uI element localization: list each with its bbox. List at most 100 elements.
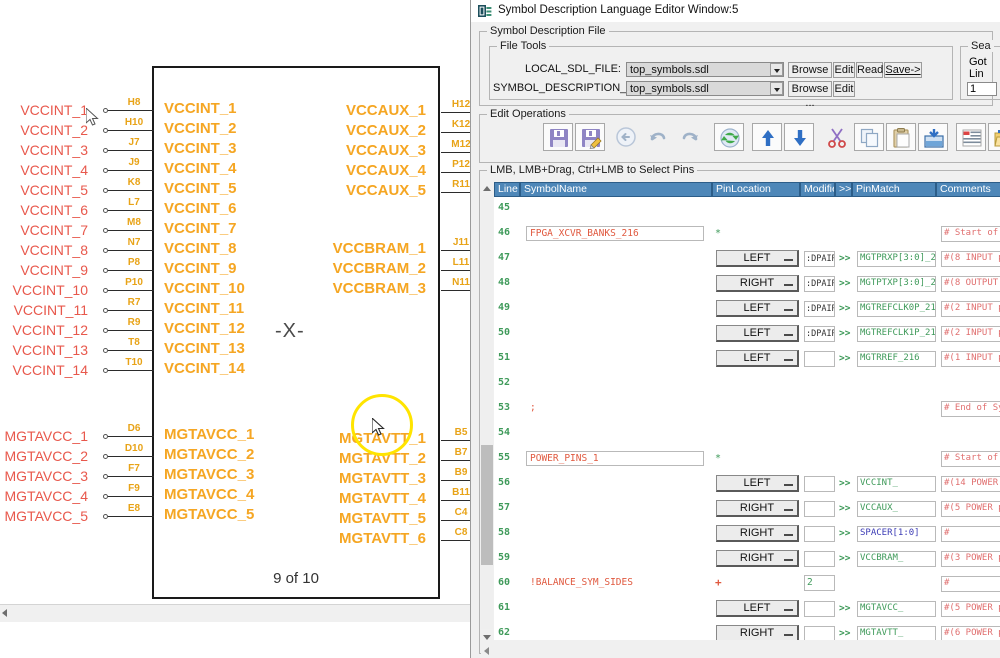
- pin-name-label[interactable]: MGTAVTT_5: [266, 510, 426, 527]
- pin-match-input[interactable]: MGTPRXP[3:0]_216: [857, 251, 936, 267]
- pin-name-label[interactable]: VCCINT_3: [164, 140, 237, 157]
- modifier-input[interactable]: :DPAIR: [804, 276, 835, 292]
- modifier-input[interactable]: [804, 551, 835, 567]
- pin-name-label[interactable]: VCCAUX_4: [266, 162, 426, 179]
- window-titlebar[interactable]: Symbol Description Language Editor Windo…: [471, 0, 1000, 22]
- pin-name-label[interactable]: VCCAUX_3: [266, 142, 426, 159]
- table-row[interactable]: 57RIGHT>>VCCAUX_#(5 POWER pins): [494, 499, 1000, 524]
- pin-location-dropdown[interactable]: LEFT: [716, 300, 799, 317]
- table-row[interactable]: 60!BALANCE_SYM_SIDES+2#: [494, 574, 1000, 599]
- comment-field[interactable]: #(6 POWER pins): [941, 626, 1000, 640]
- pin-match-input[interactable]: SPACER[1:0]: [857, 526, 936, 542]
- sdl-grid[interactable]: LineSymbolNamePinLocationModifier>>PinMa…: [494, 182, 1000, 640]
- grid-vertical-scrollbar-thumb[interactable]: [481, 445, 493, 565]
- modifier-input[interactable]: [804, 601, 835, 617]
- cut-icon[interactable]: [822, 123, 852, 151]
- pin-match-input[interactable]: VCCINT_: [857, 476, 936, 492]
- grid-column-header-pinmatch[interactable]: PinMatch: [852, 182, 936, 197]
- grid-horizontal-scrollbar[interactable]: [481, 644, 1000, 657]
- pin-name-label[interactable]: VCCAUX_1: [266, 102, 426, 119]
- pin-location-dropdown[interactable]: RIGHT: [716, 275, 799, 292]
- grid-column-header-[interactable]: >>: [835, 182, 852, 197]
- comment-field[interactable]: #: [941, 576, 1000, 592]
- undo-icon[interactable]: [643, 123, 673, 151]
- pin-name-label[interactable]: MGTAVCC_2: [164, 446, 254, 463]
- pin-name-label[interactable]: VCCINT_14: [164, 360, 245, 377]
- move-up-icon[interactable]: [752, 123, 782, 151]
- table-row[interactable]: 45: [494, 199, 1000, 224]
- table-row[interactable]: 49LEFT:DPAIR>>MGTREFCLK0P_216#(2 INPUT p…: [494, 299, 1000, 324]
- pin-name-label[interactable]: VCCAUX_5: [266, 182, 426, 199]
- pin-name-label[interactable]: VCCBRAM_1: [266, 240, 426, 257]
- schematic-canvas[interactable]: VCCINT_1H8VCCINT_1VCCINT_2H10VCCINT_2VCC…: [0, 0, 470, 658]
- modifier-input[interactable]: :DPAIR: [804, 301, 835, 317]
- modifier-input[interactable]: [804, 526, 835, 542]
- local-sdl-dropdown-arrow[interactable]: [770, 63, 783, 76]
- pin-match-input[interactable]: MGTPTXP[3:0]_216: [857, 276, 936, 292]
- pin-match-input[interactable]: MGTAVCC_: [857, 601, 936, 617]
- grid-scroll-up-arrow[interactable]: [482, 182, 493, 193]
- goto-line-input[interactable]: 1: [967, 82, 997, 96]
- pin-name-label[interactable]: VCCINT_8: [164, 240, 237, 257]
- pin-location-dropdown[interactable]: LEFT: [716, 475, 799, 492]
- comment-field[interactable]: #(2 INPUT pins): [941, 326, 1000, 342]
- grid-column-header-symbolname[interactable]: SymbolName: [520, 182, 712, 197]
- pin-match-input[interactable]: VCCBRAM_: [857, 551, 936, 567]
- pin-name-label[interactable]: VCCINT_9: [164, 260, 237, 277]
- pin-match-input[interactable]: VCCAUX_: [857, 501, 936, 517]
- pin-name-label[interactable]: VCCINT_11: [164, 300, 244, 317]
- pin-name-label[interactable]: VCCAUX_2: [266, 122, 426, 139]
- comment-field[interactable]: #: [941, 526, 1000, 542]
- grid-scroll-left-arrow-icon[interactable]: [484, 647, 489, 655]
- table-row[interactable]: 62RIGHT>>MGTAVTT_#(6 POWER pins): [494, 624, 1000, 640]
- pin-name-label[interactable]: MGTAVTT_4: [266, 490, 426, 507]
- delete-row-icon[interactable]: [956, 123, 986, 151]
- comment-field[interactable]: #(8 OUTPUT pins): [941, 276, 1000, 292]
- modifier-input[interactable]: [804, 351, 835, 367]
- pin-name-label[interactable]: VCCBRAM_2: [266, 260, 426, 277]
- pin-name-label[interactable]: VCCINT_12: [164, 320, 245, 337]
- comment-field[interactable]: #(8 INPUT pins): [941, 251, 1000, 267]
- symbol-desc-dropdown-arrow[interactable]: [770, 82, 783, 95]
- insert-row-icon[interactable]: [918, 123, 948, 151]
- table-row[interactable]: 59RIGHT>>VCCBRAM_#(3 POWER pins): [494, 549, 1000, 574]
- pin-name-label[interactable]: MGTAVTT_2: [266, 450, 426, 467]
- paste-icon[interactable]: [886, 123, 916, 151]
- grid-scroll-down-arrow[interactable]: [482, 632, 493, 643]
- pin-name-label[interactable]: MGTAVTT_3: [266, 470, 426, 487]
- table-row[interactable]: 55POWER_PINS_1*# Start of Symbol: [494, 449, 1000, 474]
- pin-name-label[interactable]: VCCINT_4: [164, 160, 237, 177]
- table-row[interactable]: 51LEFT>>MGTRREF_216#(1 INPUT pins): [494, 349, 1000, 374]
- symbol-desc-edit-button[interactable]: Edit: [833, 81, 855, 97]
- pin-name-label[interactable]: MGTAVCC_5: [164, 506, 254, 523]
- pin-location-dropdown[interactable]: RIGHT: [716, 525, 799, 542]
- pin-name-label[interactable]: VCCBRAM_3: [266, 280, 426, 297]
- grid-column-header-comments[interactable]: Comments: [936, 182, 1000, 197]
- pin-name-label[interactable]: VCCINT_6: [164, 200, 237, 217]
- table-row[interactable]: 53;# End of Symbol: [494, 399, 1000, 424]
- symbol-name-input[interactable]: POWER_PINS_1: [526, 451, 704, 466]
- modifier-input[interactable]: [804, 626, 835, 640]
- table-row[interactable]: 61LEFT>>MGTAVCC_#(5 POWER pins): [494, 599, 1000, 624]
- comment-field[interactable]: #(5 POWER pins): [941, 601, 1000, 617]
- directive-name[interactable]: !BALANCE_SYM_SIDES: [530, 577, 633, 588]
- pin-match-input[interactable]: MGTRREF_216: [857, 351, 936, 367]
- pin-location-dropdown[interactable]: LEFT: [716, 350, 799, 367]
- pin-location-dropdown[interactable]: RIGHT: [716, 550, 799, 567]
- table-row[interactable]: 54: [494, 424, 1000, 449]
- pin-location-dropdown[interactable]: RIGHT: [716, 625, 799, 640]
- scroll-left-arrow-icon[interactable]: [2, 609, 7, 617]
- pin-match-input[interactable]: MGTREFCLK0P_216: [857, 301, 936, 317]
- statement-terminator[interactable]: ;: [530, 402, 536, 413]
- save-icon[interactable]: [543, 123, 573, 151]
- comment-field[interactable]: # Start of Symbol: [941, 226, 1000, 242]
- schematic-horizontal-scrollbar[interactable]: [0, 604, 470, 622]
- grid-vertical-scrollbar-track[interactable]: [481, 195, 493, 629]
- table-row[interactable]: 58RIGHT>>SPACER[1:0]#: [494, 524, 1000, 549]
- copy-icon[interactable]: [854, 123, 884, 151]
- modifier-input[interactable]: :DPAIR: [804, 251, 835, 267]
- pin-name-label[interactable]: VCCINT_1: [164, 100, 237, 117]
- export-folder-icon[interactable]: [988, 123, 1000, 151]
- symbol-description-file-combo[interactable]: top_symbols.sdl: [626, 81, 784, 96]
- pin-name-label[interactable]: VCCINT_5: [164, 180, 237, 197]
